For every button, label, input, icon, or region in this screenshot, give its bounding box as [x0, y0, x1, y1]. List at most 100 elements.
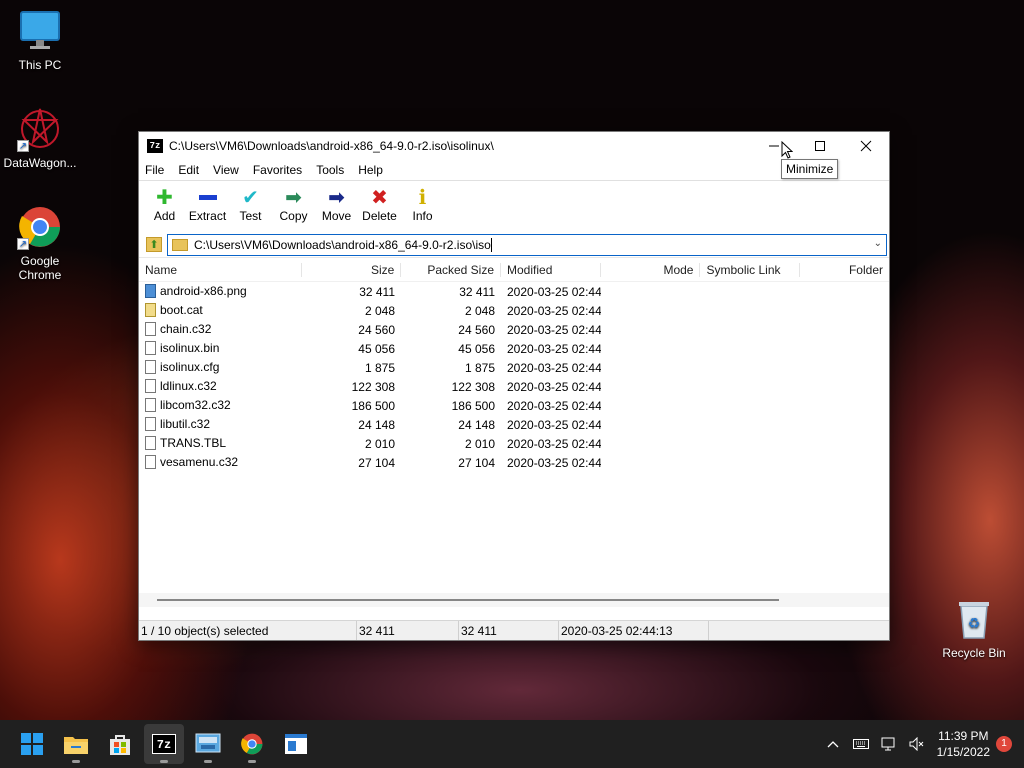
file-packed-size: 2 010 — [464, 436, 495, 451]
column-header-name[interactable]: Name — [139, 263, 301, 277]
extract-button[interactable]: Extract — [186, 185, 229, 223]
delete-button[interactable]: ✖ Delete — [358, 185, 401, 224]
taskbar: 7z 11:39 PM 1/15/2022 1 — [0, 720, 1024, 768]
table-row[interactable]: chain.c32 24 560 24 560 2020-03-25 02:44 — [139, 320, 889, 339]
address-input[interactable]: C:\Users\VM6\Downloads\android-x86_64-9.… — [167, 233, 887, 256]
keyboard-icon[interactable] — [847, 730, 875, 758]
table-row[interactable]: TRANS.TBL 2 010 2 010 2020-03-25 02:44 — [139, 434, 889, 453]
monitor-icon — [17, 8, 63, 54]
control-panel-icon — [195, 733, 221, 753]
test-button[interactable]: ✔ Test — [229, 185, 272, 224]
taskbar-file-explorer[interactable] — [56, 724, 96, 764]
table-row[interactable]: boot.cat 2 048 2 048 2020-03-25 02:44 — [139, 301, 889, 320]
status-packed: 32 411 — [459, 621, 559, 640]
taskbar-store[interactable] — [100, 724, 140, 764]
desktop-icon-recycle-bin[interactable]: ♻ Recycle Bin — [934, 596, 1014, 660]
shortcut-arrow-icon: ↗ — [17, 140, 29, 152]
add-button[interactable]: ✚ Add — [143, 185, 186, 224]
table-row[interactable]: libutil.c32 24 148 24 148 2020-03-25 02:… — [139, 415, 889, 434]
taskbar-chrome[interactable] — [232, 724, 272, 764]
menu-favorites[interactable]: Favorites — [253, 163, 302, 177]
copy-arrow-icon: ➡ — [285, 186, 302, 209]
file-packed-size: 186 500 — [451, 398, 495, 413]
up-folder-icon: ⬆ — [146, 237, 162, 252]
taskbar-7zip[interactable]: 7z — [144, 724, 184, 764]
7zip-icon: 7z — [152, 734, 176, 754]
desktop-icon-this-pc[interactable]: This PC — [0, 8, 80, 72]
mouse-cursor-icon — [781, 141, 793, 159]
table-row[interactable]: libcom32.c32 186 500 186 500 2020-03-25 … — [139, 396, 889, 415]
file-packed-size: 27 104 — [458, 455, 495, 470]
recycle-bin-icon: ♻ — [951, 596, 997, 642]
close-button[interactable] — [843, 132, 889, 160]
info-button[interactable]: ℹ Info — [401, 185, 444, 224]
file-size: 24 148 — [358, 417, 395, 432]
info-label: Info — [412, 209, 433, 223]
file-size: 27 104 — [358, 455, 395, 470]
column-header-size[interactable]: Size — [300, 262, 401, 277]
taskbar-notepad[interactable] — [276, 724, 316, 764]
file-name: vesamenu.c32 — [160, 455, 239, 470]
file-packed-size: 2 048 — [464, 303, 495, 318]
table-row[interactable]: android-x86.png 32 411 32 411 2020-03-25… — [139, 282, 889, 301]
menu-view[interactable]: View — [213, 163, 239, 177]
column-header-packed-size[interactable]: Packed Size — [400, 262, 500, 277]
volume-muted-icon[interactable] — [903, 730, 931, 758]
show-hidden-icons-chevron-up-icon[interactable] — [819, 730, 847, 758]
table-row[interactable]: isolinux.bin 45 056 45 056 2020-03-25 02… — [139, 339, 889, 358]
image-file-icon — [145, 284, 156, 298]
menu-tools[interactable]: Tools — [316, 163, 344, 177]
column-header-folder[interactable]: Folder — [799, 262, 889, 277]
7zip-app-icon: 7z — [147, 139, 163, 153]
column-header-symbolic-link[interactable]: Symbolic Link — [699, 262, 799, 277]
running-indicator — [160, 760, 168, 763]
table-row[interactable]: isolinux.cfg 1 875 1 875 2020-03-25 02:4… — [139, 358, 889, 377]
file-packed-size: 122 308 — [451, 379, 495, 394]
file-packed-size: 32 411 — [459, 284, 495, 299]
file-packed-size: 45 056 — [458, 341, 495, 356]
windows-start-icon — [21, 733, 43, 755]
file-name: chain.c32 — [160, 322, 212, 337]
file-icon — [145, 379, 156, 393]
file-icon — [145, 417, 156, 431]
file-icon — [145, 436, 156, 450]
desktop-icon-label: This PC — [18, 58, 62, 72]
desktop-icon-chrome[interactable]: ↗ Google Chrome — [0, 204, 80, 282]
delete-label: Delete — [362, 209, 397, 223]
taskbar-control-panel[interactable] — [188, 724, 228, 764]
menu-edit[interactable]: Edit — [178, 163, 199, 177]
desktop-icon-datawagon[interactable]: ↗ DataWagon... — [0, 106, 80, 170]
plus-icon: ✚ — [156, 186, 173, 209]
up-folder-button[interactable]: ⬆ — [141, 234, 167, 256]
network-icon[interactable] — [875, 730, 903, 758]
file-modified: 2020-03-25 02:44 — [507, 360, 601, 375]
file-size: 2 048 — [364, 303, 395, 318]
copy-button[interactable]: ➡ Copy — [272, 185, 315, 224]
horizontal-scrollbar[interactable] — [139, 593, 889, 607]
menu-help[interactable]: Help — [358, 163, 383, 177]
copy-label: Copy — [279, 209, 308, 223]
add-label: Add — [153, 209, 176, 223]
clock[interactable]: 11:39 PM 1/15/2022 — [937, 728, 990, 760]
file-name: libcom32.c32 — [160, 398, 231, 413]
column-header-modified[interactable]: Modified — [500, 262, 600, 277]
start-button[interactable] — [12, 724, 52, 764]
store-icon — [110, 735, 130, 755]
column-header-mode[interactable]: Mode — [599, 262, 700, 277]
maximize-button[interactable] — [797, 132, 843, 160]
status-modified: 2020-03-25 02:44:13 — [559, 621, 709, 640]
file-name: boot.cat — [160, 303, 203, 318]
title-bar[interactable]: 7z C:\Users\VM6\Downloads\android-x86_64… — [139, 132, 889, 160]
file-size: 1 875 — [364, 360, 395, 375]
menu-file[interactable]: File — [145, 163, 164, 177]
delete-x-icon: ✖ — [371, 186, 388, 209]
move-button[interactable]: ➡ Move — [315, 185, 358, 224]
notification-badge[interactable]: 1 — [996, 736, 1012, 752]
info-icon: ℹ — [418, 186, 427, 209]
scrollbar-thumb[interactable] — [157, 599, 779, 601]
status-selection: 1 / 10 object(s) selected — [139, 621, 357, 640]
table-row[interactable]: vesamenu.c32 27 104 27 104 2020-03-25 02… — [139, 453, 889, 472]
check-icon: ✔ — [242, 186, 259, 209]
table-row[interactable]: ldlinux.c32 122 308 122 308 2020-03-25 0… — [139, 377, 889, 396]
chevron-down-icon[interactable]: ⌄ — [874, 238, 882, 249]
